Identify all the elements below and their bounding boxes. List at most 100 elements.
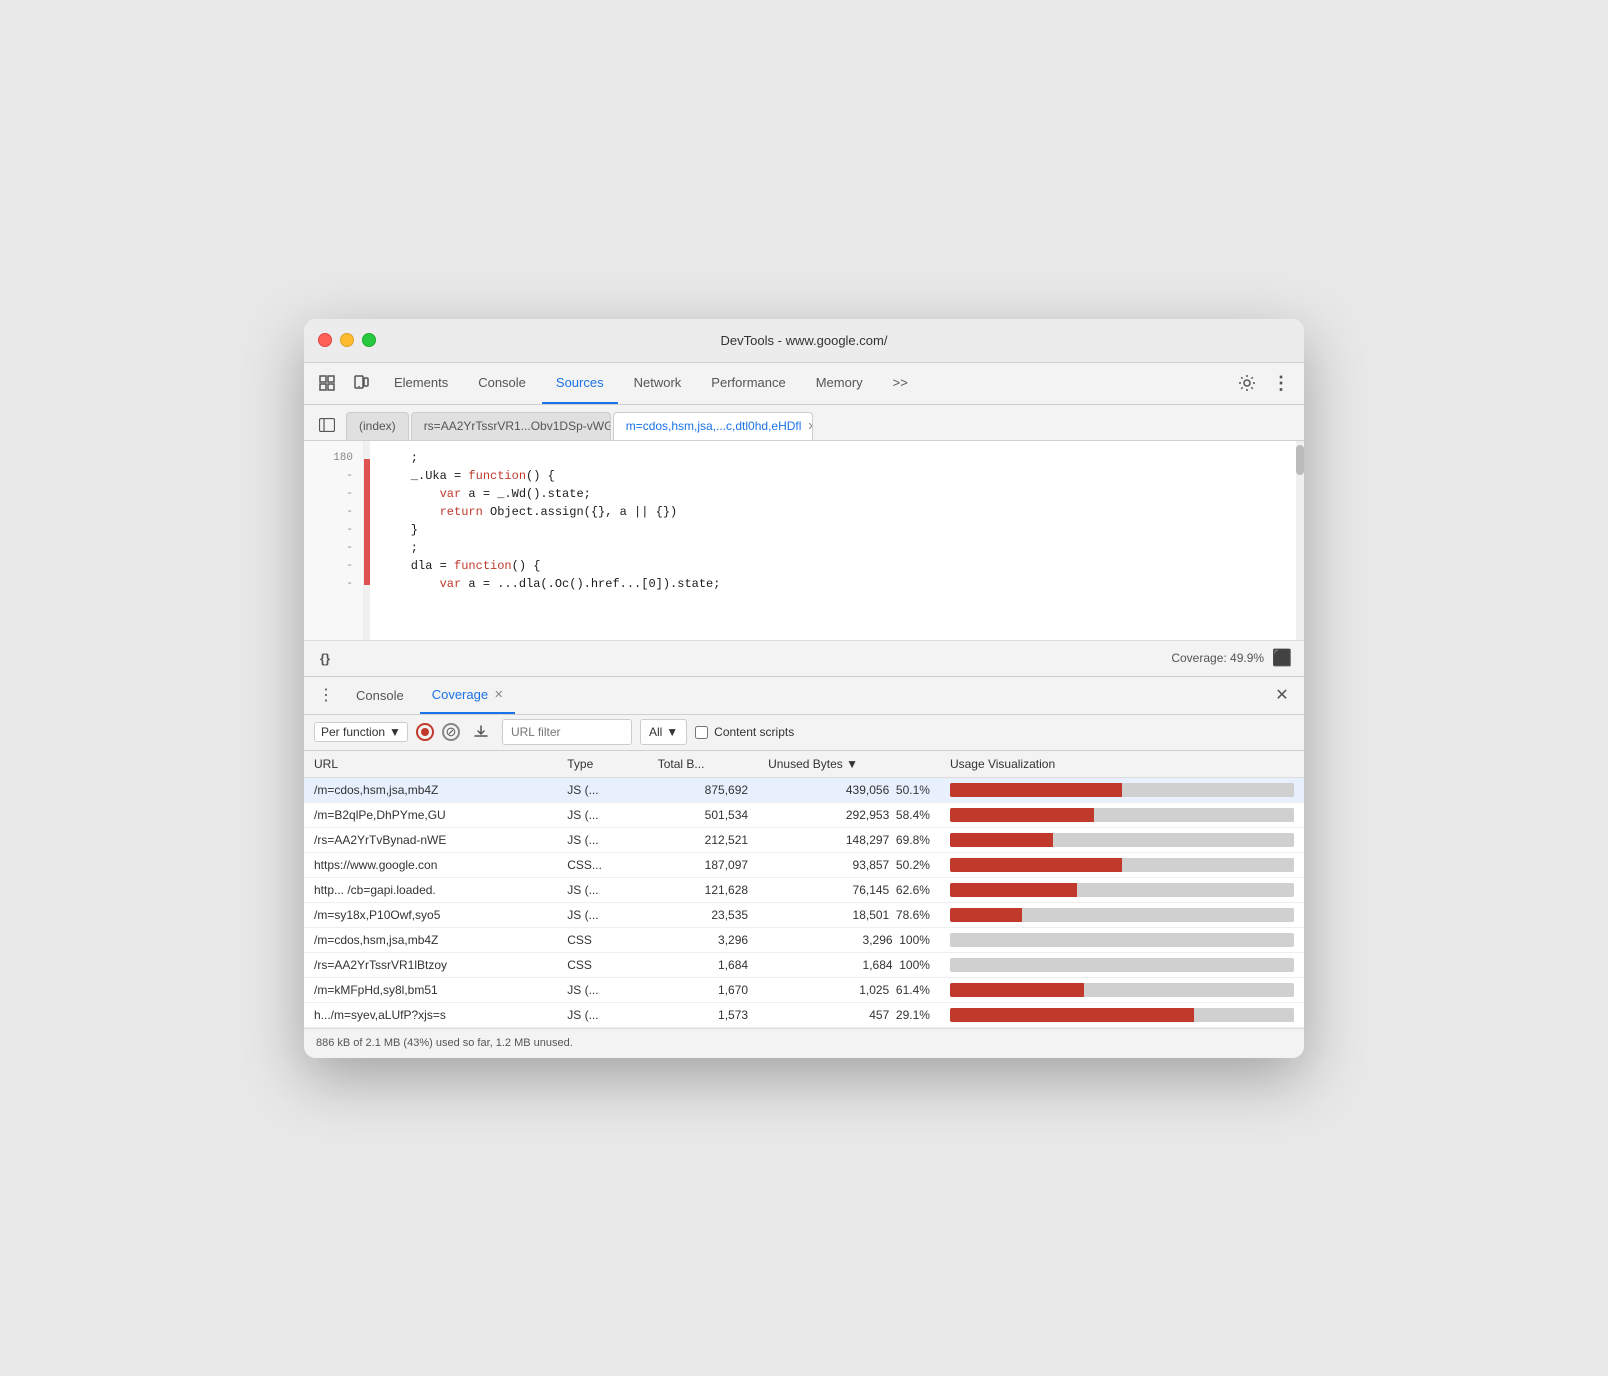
file-tabs: (index) rs=AA2YrTssrVR1...Obv1DSp-vWG36A… [304, 405, 1304, 441]
cell-unused: 93,857 50.2% [758, 852, 940, 877]
cell-usage [940, 952, 1304, 977]
table-row[interactable]: /m=cdos,hsm,jsa,mb4Z CSS 3,296 3,296 100… [304, 927, 1304, 952]
cell-type: JS (... [557, 827, 647, 852]
all-dropdown[interactable]: All ▼ [640, 719, 687, 745]
url-filter-input[interactable] [502, 719, 632, 745]
tab-coverage-panel[interactable]: Coverage ✕ [420, 677, 516, 714]
cell-unused: 457 29.1% [758, 1002, 940, 1027]
tab-network[interactable]: Network [620, 363, 696, 404]
cell-usage [940, 827, 1304, 852]
panel-tabs-left: ⋮ Console Coverage ✕ [312, 677, 515, 714]
col-type[interactable]: Type [557, 751, 647, 778]
coverage-table-container: URL Type Total B... Unused Bytes ▼ Usage… [304, 751, 1304, 1028]
cell-total: 875,692 [648, 777, 758, 802]
cell-unused: 76,145 62.6% [758, 877, 940, 902]
inspect-icon[interactable] [312, 368, 342, 398]
table-row[interactable]: /m=B2qlPe,DhPYme,GU JS (... 501,534 292,… [304, 802, 1304, 827]
cell-total: 212,521 [648, 827, 758, 852]
bottom-toolbar: {} Coverage: 49.9% ⬛ [304, 641, 1304, 677]
close-coverage-tab-icon[interactable]: ✕ [494, 688, 503, 701]
coverage-table: URL Type Total B... Unused Bytes ▼ Usage… [304, 751, 1304, 1028]
line-numbers: 180 - - - - - - - [304, 441, 364, 640]
all-dropdown-arrow: ▼ [666, 725, 678, 739]
cell-usage [940, 852, 1304, 877]
table-row[interactable]: /m=sy18x,P10Owf,syo5 JS (... 23,535 18,5… [304, 902, 1304, 927]
tab-console-panel[interactable]: Console [344, 677, 416, 714]
cell-type: JS (... [557, 902, 647, 927]
table-row[interactable]: /rs=AA2YrTssrVR1lBtzoy CSS 1,684 1,684 1… [304, 952, 1304, 977]
cell-usage [940, 777, 1304, 802]
traffic-lights [318, 333, 376, 347]
file-tab-m-cdos[interactable]: m=cdos,hsm,jsa,...c,dtl0hd,eHDfl ✕ [613, 412, 813, 440]
cell-unused: 1,025 61.4% [758, 977, 940, 1002]
table-row[interactable]: https://www.google.con CSS... 187,097 93… [304, 852, 1304, 877]
col-url[interactable]: URL [304, 751, 557, 778]
cell-url: /m=kMFpHd,sy8l,bm51 [304, 977, 557, 1002]
cell-unused: 3,296 100% [758, 927, 940, 952]
table-row[interactable]: /m=cdos,hsm,jsa,mb4Z JS (... 875,692 439… [304, 777, 1304, 802]
minimize-button[interactable] [340, 333, 354, 347]
tab-performance[interactable]: Performance [697, 363, 799, 404]
cell-total: 3,296 [648, 927, 758, 952]
content-scripts-toggle[interactable] [695, 726, 708, 739]
cell-type: CSS... [557, 852, 647, 877]
file-tab-rs[interactable]: rs=AA2YrTssrVR1...Obv1DSp-vWG36A [411, 412, 611, 440]
tab-elements[interactable]: Elements [380, 363, 462, 404]
sidebar-toggle-icon[interactable] [312, 410, 342, 440]
panel-close-button[interactable]: ✕ [1268, 681, 1296, 709]
cell-url: /m=cdos,hsm,jsa,mb4Z [304, 777, 557, 802]
cell-usage [940, 902, 1304, 927]
table-row[interactable]: h.../m=syev,aLUfP?xjs=s JS (... 1,573 45… [304, 1002, 1304, 1027]
cell-url: /rs=AA2YrTssrVR1lBtzoy [304, 952, 557, 977]
device-toolbar-icon[interactable] [346, 368, 376, 398]
close-button[interactable] [318, 333, 332, 347]
table-row[interactable]: /rs=AA2YrTvBynad-nWE JS (... 212,521 148… [304, 827, 1304, 852]
code-editor: 180 - - - - - - - ; _.Uka = function() {… [304, 441, 1304, 641]
format-button[interactable]: {} [316, 649, 334, 668]
per-function-label: Per function [321, 725, 385, 739]
tab-memory[interactable]: Memory [802, 363, 877, 404]
cell-type: JS (... [557, 802, 647, 827]
screenshot-icon[interactable]: ⬛ [1272, 648, 1292, 668]
code-content: ; _.Uka = function() { var a = _.Wd().st… [370, 441, 1296, 640]
table-row[interactable]: /m=kMFpHd,sy8l,bm51 JS (... 1,670 1,025 … [304, 977, 1304, 1002]
col-total[interactable]: Total B... [648, 751, 758, 778]
content-scripts-label: Content scripts [714, 725, 794, 739]
per-function-arrow: ▼ [389, 725, 401, 739]
col-unused[interactable]: Unused Bytes ▼ [758, 751, 940, 778]
col-usage[interactable]: Usage Visualization [940, 751, 1304, 778]
per-function-dropdown[interactable]: Per function ▼ [314, 722, 408, 742]
cell-total: 187,097 [648, 852, 758, 877]
cell-type: JS (... [557, 777, 647, 802]
window-title: DevTools - www.google.com/ [721, 333, 888, 348]
cell-usage [940, 1002, 1304, 1027]
devtools-toolbar: Elements Console Sources Network Perform… [304, 363, 1304, 405]
cell-url: h.../m=syev,aLUfP?xjs=s [304, 1002, 557, 1027]
maximize-button[interactable] [362, 333, 376, 347]
more-options-icon[interactable]: ⋮ [1266, 368, 1296, 398]
tab-more[interactable]: >> [879, 363, 922, 404]
cell-url: https://www.google.con [304, 852, 557, 877]
table-row[interactable]: http... /cb=gapi.loaded. JS (... 121,628… [304, 877, 1304, 902]
clear-button[interactable]: ⊘ [442, 723, 460, 741]
tab-console[interactable]: Console [464, 363, 540, 404]
tab-sources[interactable]: Sources [542, 363, 618, 404]
panel-more-icon[interactable]: ⋮ [312, 681, 340, 709]
cell-unused: 439,056 50.1% [758, 777, 940, 802]
close-tab-icon[interactable]: ✕ [807, 420, 812, 433]
cell-total: 23,535 [648, 902, 758, 927]
file-tab-index[interactable]: (index) [346, 412, 409, 440]
cell-total: 1,684 [648, 952, 758, 977]
status-bar: 886 kB of 2.1 MB (43%) used so far, 1.2 … [304, 1028, 1304, 1058]
cell-total: 1,670 [648, 977, 758, 1002]
cell-usage [940, 877, 1304, 902]
cell-url: /m=B2qlPe,DhPYme,GU [304, 802, 557, 827]
devtools-window: DevTools - www.google.com/ Elements Cons… [304, 319, 1304, 1058]
download-button[interactable] [468, 719, 494, 745]
record-button[interactable] [416, 723, 434, 741]
cell-type: JS (... [557, 1002, 647, 1027]
cell-type: JS (... [557, 977, 647, 1002]
coverage-percent: Coverage: 49.9% [1171, 651, 1264, 665]
settings-icon[interactable] [1232, 368, 1262, 398]
scrollbar-vertical[interactable] [1296, 441, 1304, 640]
